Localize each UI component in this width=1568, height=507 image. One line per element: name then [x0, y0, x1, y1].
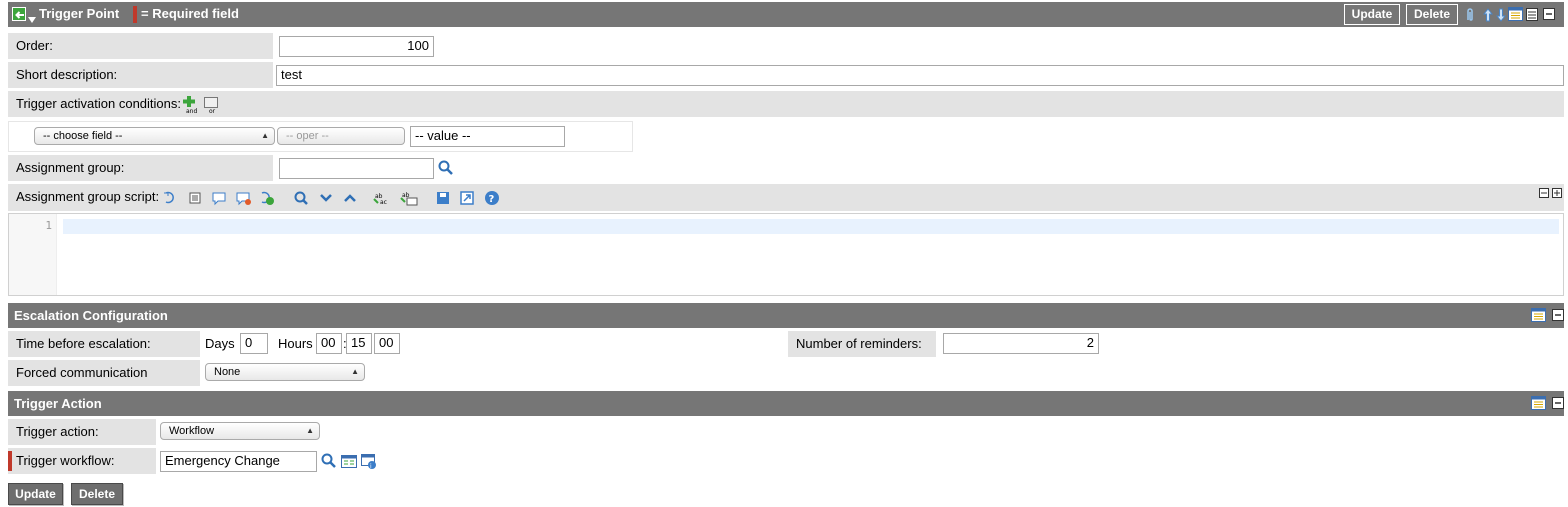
form-title: Trigger Point	[39, 6, 120, 21]
previous-record-icon[interactable]	[1482, 8, 1494, 25]
replace-all-icon: ab	[400, 192, 418, 206]
select-arrows-icon: ▲	[306, 426, 314, 435]
find-previous-icon	[344, 194, 356, 202]
line-gutter: 1	[9, 214, 57, 295]
trigger-action-section-header: Trigger Action	[8, 391, 1564, 416]
header-update-button[interactable]: Update	[1344, 4, 1400, 25]
uncomment-icon	[236, 192, 251, 206]
comment-icon	[212, 192, 226, 206]
svg-text:and: and	[186, 108, 197, 114]
find-next-icon	[320, 194, 332, 202]
collapse-editor-icon[interactable]	[1539, 186, 1549, 201]
number-of-reminders-label: Number of reminders:	[788, 331, 936, 357]
syntax-check-icon	[261, 191, 274, 205]
condition-value-input[interactable]: -- value --	[410, 126, 565, 147]
assignment-group-input[interactable]	[279, 158, 434, 179]
delete-button[interactable]: Delete	[71, 483, 123, 505]
line-number: 1	[45, 219, 52, 232]
select-arrows-icon: ▲	[261, 131, 269, 140]
context-menu-chevron-icon[interactable]	[28, 11, 36, 23]
order-label: Order:	[8, 33, 273, 59]
header-delete-button[interactable]: Delete	[1406, 4, 1458, 25]
trigger-action-collapse-icon[interactable]	[1552, 397, 1564, 412]
workflow-lookup-icon[interactable]	[321, 453, 337, 472]
days-label: Days	[205, 336, 235, 351]
next-record-icon[interactable]	[1495, 8, 1507, 25]
personalize-form-icon[interactable]	[1508, 7, 1523, 24]
trigger-action-select[interactable]: Workflow ▲	[160, 422, 320, 440]
select-arrows-icon: ▲	[351, 367, 359, 376]
required-marker-icon	[133, 6, 137, 23]
required-marker-icon	[8, 451, 12, 471]
add-or-condition-icon[interactable]: or	[204, 96, 220, 117]
choose-field-select[interactable]: -- choose field -- ▲	[34, 127, 275, 145]
svg-text:?: ?	[489, 194, 495, 205]
view-reference-icon[interactable]	[341, 454, 357, 471]
forced-channel-label: Forced communication channel:	[8, 360, 200, 405]
update-button[interactable]: Update	[8, 483, 63, 505]
conditions-header: Trigger activation conditions:	[8, 91, 1564, 117]
replace-icon: abac	[373, 193, 387, 206]
trigger-action-personalize-icon[interactable]	[1531, 396, 1546, 413]
short-description-label: Short description:	[8, 62, 273, 88]
lookup-search-icon[interactable]	[438, 160, 454, 179]
script-label: Assignment group script:	[16, 189, 160, 204]
escalation-personalize-icon[interactable]	[1531, 308, 1546, 325]
back-icon[interactable]	[12, 7, 26, 21]
escalation-section-header: Escalation Configuration	[8, 303, 1564, 328]
active-line-highlight	[63, 219, 1559, 234]
trigger-workflow-input[interactable]: Emergency Change	[160, 451, 317, 472]
escalation-collapse-icon[interactable]	[1552, 309, 1564, 324]
trigger-action-value: Workflow	[169, 425, 215, 437]
trigger-action-title: Trigger Action	[14, 396, 102, 411]
expand-editor-icon[interactable]	[1552, 186, 1562, 201]
time-before-escalation-label: Time before escalation:	[8, 331, 200, 357]
collapse-icon[interactable]	[1543, 8, 1555, 23]
trigger-workflow-label-text: Trigger workflow:	[16, 453, 115, 468]
forced-channel-value: None	[214, 366, 241, 378]
choose-field-value: -- choose field --	[43, 130, 123, 142]
trigger-action-label: Trigger action:	[8, 419, 156, 445]
forced-channel-select[interactable]: None ▲	[205, 363, 365, 381]
trigger-workflow-label: Trigger workflow:	[8, 448, 156, 474]
seconds-input[interactable]: 00	[374, 333, 400, 354]
conditions-label: Trigger activation conditions:	[16, 96, 181, 111]
script-toolbar-icons: abac ab ?	[164, 191, 499, 206]
add-and-condition-icon[interactable]: and	[183, 96, 199, 117]
hours-label: Hours	[278, 336, 313, 351]
order-input[interactable]: 100	[279, 36, 434, 57]
search-icon	[294, 191, 308, 205]
days-input[interactable]: 0	[240, 333, 268, 354]
operator-value: -- oper --	[286, 130, 329, 142]
number-of-reminders-input[interactable]: 2	[943, 333, 1099, 354]
escalation-title: Escalation Configuration	[14, 308, 168, 323]
assignment-group-label: Assignment group:	[8, 155, 273, 181]
preview-record-icon[interactable]: i	[361, 454, 377, 473]
save-icon	[437, 192, 449, 204]
toggle-syntax-icon	[164, 191, 174, 204]
sections-icon[interactable]	[1526, 8, 1538, 24]
hours-input[interactable]: 00	[316, 333, 342, 354]
required-field-note: = Required field	[141, 6, 239, 21]
minutes-input[interactable]: 15	[346, 333, 372, 354]
condition-builder-row: -- choose field -- ▲ -- oper -- -- value…	[8, 121, 633, 152]
attachment-icon[interactable]	[1465, 8, 1475, 25]
help-icon: ?	[485, 191, 499, 205]
operator-select[interactable]: -- oper --	[277, 127, 405, 145]
short-description-input[interactable]: test	[276, 65, 1564, 86]
form-header: Trigger Point = Required field Update De…	[8, 2, 1564, 27]
svg-text:or: or	[209, 108, 216, 114]
script-editor[interactable]: 1	[8, 213, 1564, 296]
format-code-icon	[189, 192, 201, 204]
svg-text:ac: ac	[380, 199, 387, 206]
fullscreen-icon	[460, 191, 474, 205]
